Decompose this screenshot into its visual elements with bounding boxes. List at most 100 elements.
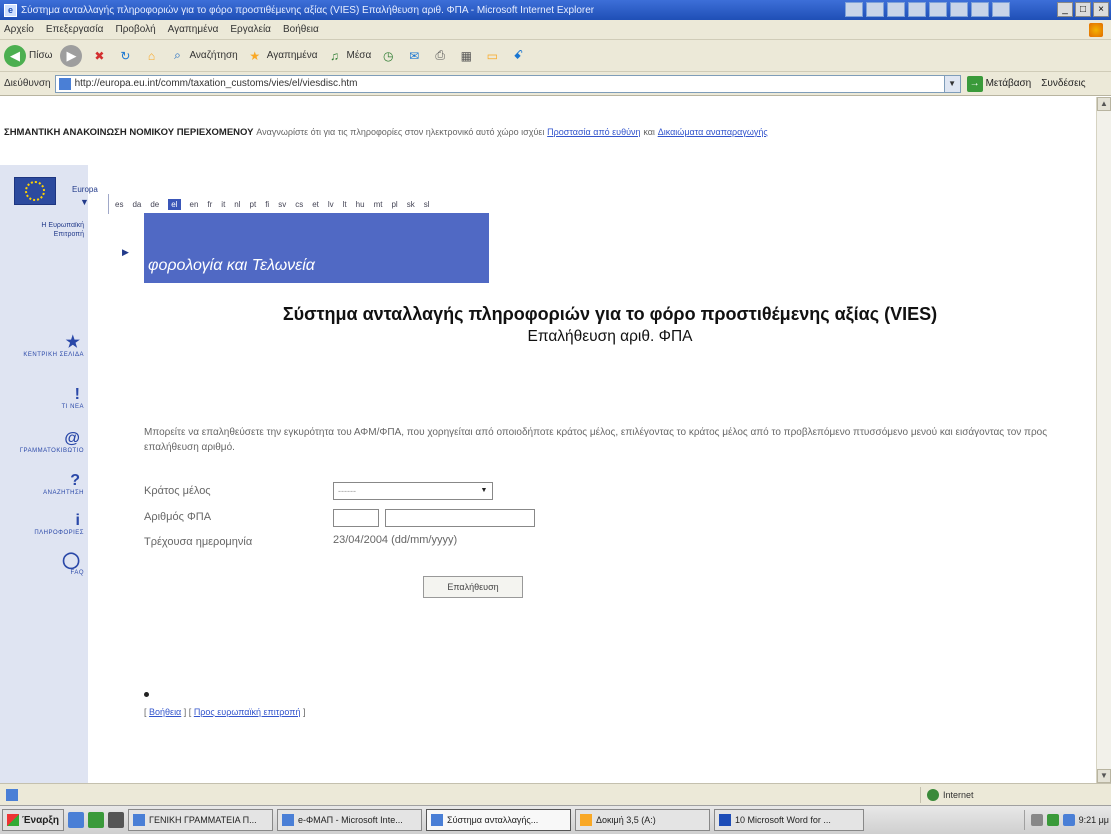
- lang-sv[interactable]: sv: [278, 200, 286, 209]
- european-commission-link[interactable]: Προς ευρωπαϊκή επιτροπή: [194, 707, 301, 717]
- links-button[interactable]: Συνδέσεις: [1041, 78, 1085, 89]
- commission-link[interactable]: Η Ευρωπαϊκή Επιτροπή: [38, 221, 84, 239]
- lang-nl[interactable]: nl: [234, 200, 240, 209]
- menu-tools[interactable]: Εργαλεία: [230, 24, 271, 35]
- ie-icon: [133, 814, 145, 826]
- tray-icon[interactable]: [950, 2, 968, 17]
- lang-lv[interactable]: lv: [328, 200, 334, 209]
- tray-app-icon[interactable]: [1062, 814, 1075, 826]
- taskbar-item[interactable]: 10 Microsoft Word for ...: [714, 809, 864, 831]
- member-state-select[interactable]: ------ ▼: [333, 482, 493, 500]
- quicklaunch-ie-icon[interactable]: [68, 812, 84, 828]
- minimize-button[interactable]: _: [1057, 2, 1073, 17]
- back-button[interactable]: ◀ Πίσω: [4, 44, 52, 67]
- media-button[interactable]: ♫ Μέσα: [325, 47, 371, 65]
- maximize-button[interactable]: □: [1075, 2, 1091, 17]
- tray-volume-icon[interactable]: [1046, 814, 1059, 826]
- address-label: Διεύθυνση: [4, 78, 51, 89]
- media-label: Μέσα: [346, 50, 372, 61]
- help-link[interactable]: Βοήθεια: [149, 707, 181, 717]
- lang-lt[interactable]: lt: [343, 200, 347, 209]
- sidebar-item-home[interactable]: ★ ΚΕΝΤΡΙΚΗ ΣΕΛΙΔΑ: [4, 335, 84, 359]
- tray-icon[interactable]: [866, 2, 884, 17]
- lang-mt[interactable]: mt: [374, 200, 383, 209]
- back-arrow-icon: ◀: [4, 44, 26, 67]
- go-button[interactable]: → Μετάβαση: [966, 75, 1031, 92]
- scroll-up-icon[interactable]: ▲: [1097, 97, 1111, 111]
- globe-icon: [927, 789, 939, 801]
- lang-da[interactable]: da: [132, 200, 141, 209]
- print-icon[interactable]: ⎙: [431, 47, 449, 65]
- disclaimer-link[interactable]: Προστασία από ευθύνη: [547, 127, 640, 137]
- taskbar-item[interactable]: ΓΕΝΙΚΗ ΓΡΑΜΜΑΤΕΙΑ Π...: [128, 809, 273, 831]
- current-date-label: Τρέχουσα ημερομηνία: [144, 536, 253, 548]
- europa-link[interactable]: Europa: [72, 185, 98, 194]
- tray-icon[interactable]: [887, 2, 905, 17]
- sidebar-item-faq[interactable]: ◯ FAQ: [4, 553, 84, 577]
- eu-flag-logo[interactable]: [14, 177, 56, 205]
- stop-icon[interactable]: ✖: [90, 47, 108, 65]
- history-icon[interactable]: ◷: [379, 47, 397, 65]
- lang-fi[interactable]: fi: [265, 200, 269, 209]
- lang-sk[interactable]: sk: [407, 200, 415, 209]
- close-button[interactable]: ×: [1093, 2, 1109, 17]
- menu-edit[interactable]: Επεξεργασία: [46, 24, 104, 35]
- footer-links: [ Βοήθεια ] [ Προς ευρωπαϊκή επιτροπή ]: [144, 707, 306, 717]
- vat-number-field[interactable]: [385, 509, 535, 527]
- tray-icon[interactable]: [992, 2, 1010, 17]
- info-icon: i: [75, 512, 80, 529]
- lang-es[interactable]: es: [115, 200, 123, 209]
- menu-view[interactable]: Προβολή: [115, 24, 155, 35]
- messenger-icon[interactable]: ꗃ: [509, 47, 527, 65]
- go-arrow-icon: →: [966, 75, 983, 92]
- sidebar-item-info[interactable]: i ΠΛΗΡΟΦΟΡΙΕΣ: [4, 513, 84, 537]
- quicklaunch-media-icon[interactable]: [88, 812, 104, 828]
- lang-cs[interactable]: cs: [295, 200, 303, 209]
- start-button[interactable]: Έναρξη: [2, 809, 64, 831]
- home-icon[interactable]: ⌂: [142, 47, 160, 65]
- lang-fr[interactable]: fr: [207, 200, 212, 209]
- sidebar-item-news[interactable]: ! ΤΙ ΝΕΑ: [4, 387, 84, 411]
- address-input[interactable]: http://europa.eu.int/comm/taxation_custo…: [54, 74, 961, 93]
- tray-icon[interactable]: [845, 2, 863, 17]
- lang-sl[interactable]: sl: [424, 200, 430, 209]
- lang-pt[interactable]: pt: [250, 200, 257, 209]
- forward-button[interactable]: ▶: [60, 44, 83, 67]
- tray-icon[interactable]: [971, 2, 989, 17]
- lang-en[interactable]: en: [190, 200, 199, 209]
- ie-icon: [282, 814, 294, 826]
- copyright-link[interactable]: Δικαιώματα αναπαραγωγής: [658, 127, 768, 137]
- taskbar-item[interactable]: e-ΦΜΑΠ - Microsoft Inte...: [277, 809, 422, 831]
- search-button[interactable]: ⌕ Αναζήτηση: [168, 47, 238, 65]
- edit-icon[interactable]: ▦: [457, 47, 475, 65]
- verify-button[interactable]: Επαλήθευση: [423, 576, 523, 598]
- sidebar-item-mailbox[interactable]: @ ΓΡΑΜΜΑΤΟΚΙΒΩΤΙΟ: [4, 431, 84, 455]
- quicklaunch-desktop-icon[interactable]: [108, 812, 124, 828]
- taskbar-item[interactable]: Δοκιμή 3,5 (A:): [575, 809, 710, 831]
- refresh-icon[interactable]: ↻: [116, 47, 134, 65]
- favorites-button[interactable]: ★ Αγαπημένα: [246, 47, 317, 65]
- tray-icon[interactable]: [908, 2, 926, 17]
- taskbar-item-active[interactable]: Σύστημα ανταλλαγής...: [426, 809, 571, 831]
- lang-hu[interactable]: hu: [356, 200, 365, 209]
- folder-icon[interactable]: ▭: [483, 47, 501, 65]
- chevron-down-icon[interactable]: ▼: [943, 75, 960, 92]
- menu-file[interactable]: Αρχείο: [4, 24, 34, 35]
- vat-prefix-field[interactable]: [333, 509, 379, 527]
- tray-network-icon[interactable]: [1030, 814, 1043, 826]
- windows-logo-icon: [1089, 23, 1103, 37]
- start-label: Έναρξη: [22, 814, 59, 826]
- lang-it[interactable]: it: [221, 200, 225, 209]
- tray-icon[interactable]: [929, 2, 947, 17]
- lang-pl[interactable]: pl: [391, 200, 397, 209]
- sidebar-item-search[interactable]: ? ΑΝΑΖΗΤΗΣΗ: [4, 473, 84, 497]
- window-title-bar: e Σύστημα ανταλλαγής πληροφοριών για το …: [0, 0, 1111, 20]
- menu-favorites[interactable]: Αγαπημένα: [168, 24, 219, 35]
- scroll-down-icon[interactable]: ▼: [1097, 769, 1111, 783]
- vertical-scrollbar[interactable]: ▲ ▼: [1096, 97, 1111, 783]
- lang-de[interactable]: de: [150, 200, 159, 209]
- lang-et[interactable]: et: [312, 200, 319, 209]
- mail-icon[interactable]: ✉: [405, 47, 423, 65]
- lang-el[interactable]: el: [168, 198, 181, 210]
- menu-help[interactable]: Βοήθεια: [283, 24, 319, 35]
